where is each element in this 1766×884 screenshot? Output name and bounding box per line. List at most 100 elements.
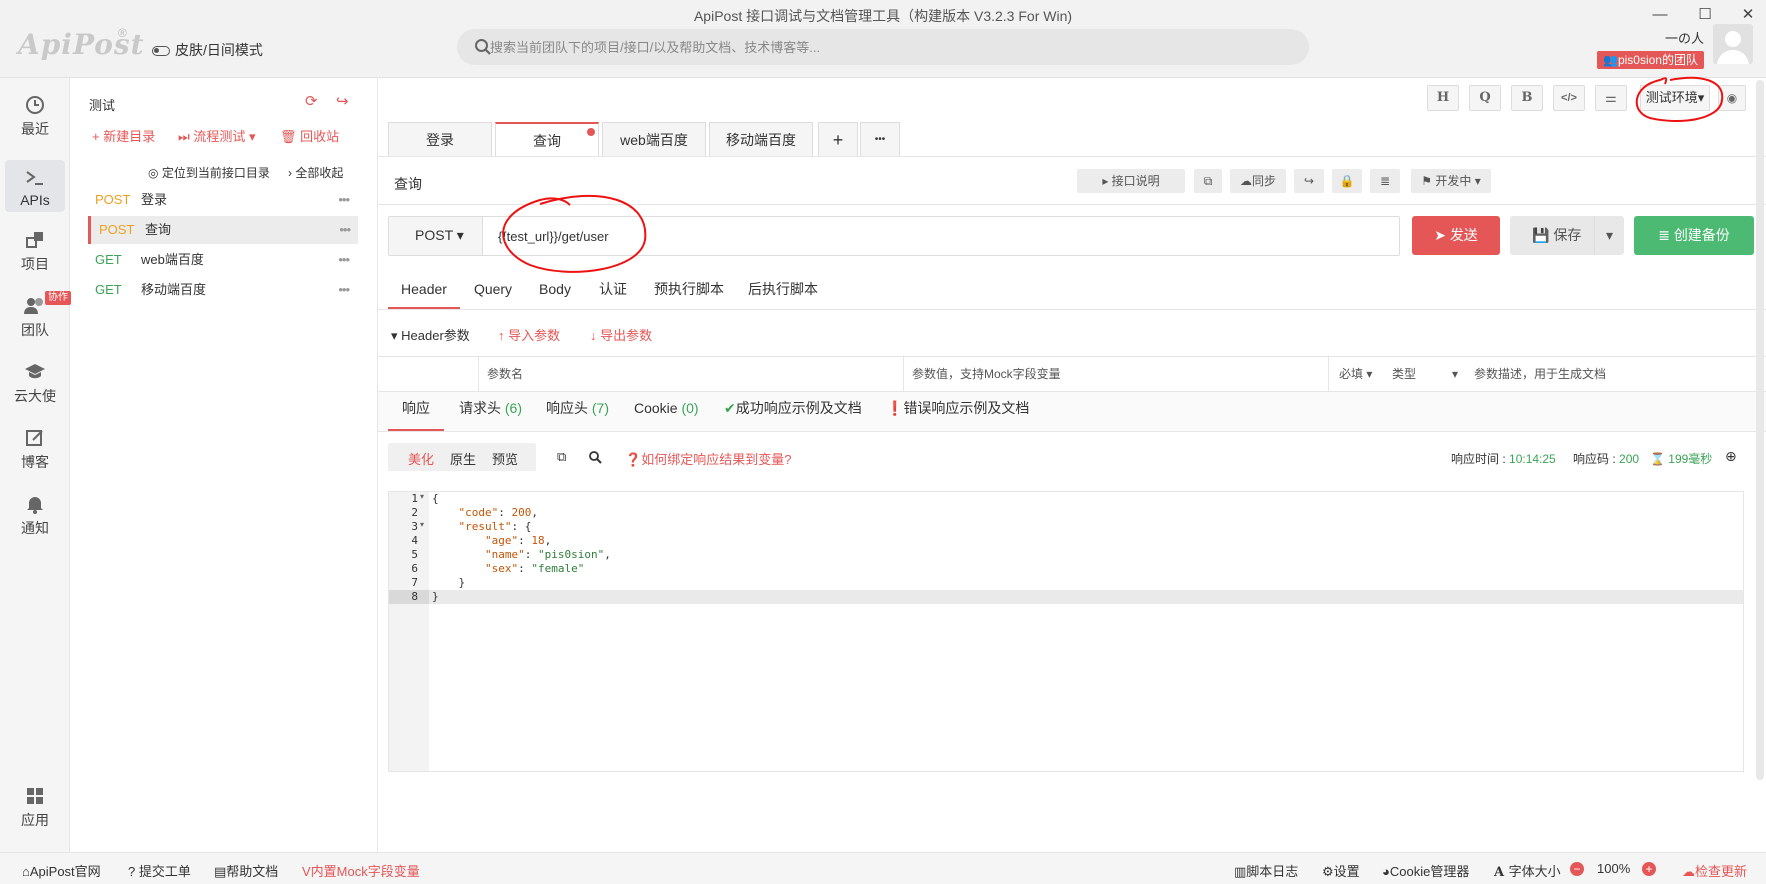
view-raw-button[interactable]: 原生 bbox=[450, 449, 476, 468]
code-button[interactable]: </> bbox=[1553, 85, 1585, 111]
locate-current-button[interactable]: ◎ 定位到当前接口目录 bbox=[148, 164, 270, 181]
close-button[interactable]: ✕ bbox=[1733, 4, 1763, 26]
fold-icon[interactable]: ▾ bbox=[420, 520, 424, 529]
sliders-button[interactable]: ⚌ bbox=[1595, 85, 1627, 111]
tab-auth[interactable]: 认证 bbox=[590, 277, 636, 311]
quote-button[interactable]: Q bbox=[1469, 85, 1501, 111]
search-icon[interactable] bbox=[588, 450, 602, 464]
cookie-manager-button[interactable]: ◕Cookie管理器 bbox=[1382, 861, 1469, 880]
bind-variable-help-link[interactable]: ❓如何绑定响应结果到变量? bbox=[625, 449, 791, 468]
more-icon[interactable]: ••• bbox=[339, 216, 351, 244]
eye-button[interactable]: ◉ bbox=[1718, 85, 1746, 111]
view-pretty-button[interactable]: 美化 bbox=[408, 449, 434, 468]
minimize-button[interactable]: — bbox=[1645, 4, 1675, 26]
zoom-in-button[interactable]: + bbox=[1642, 862, 1656, 876]
arrow-up-icon: ↑ bbox=[498, 328, 509, 343]
avatar[interactable] bbox=[1713, 24, 1753, 64]
nav-item-project[interactable]: 项目 bbox=[5, 222, 65, 278]
tab-error-example[interactable]: ❗错误响应示例及文档 bbox=[886, 393, 1029, 431]
clock-icon bbox=[26, 96, 44, 114]
official-site-link[interactable]: ⌂ApiPost官网 bbox=[22, 861, 101, 880]
send-button[interactable]: ➤ 发送 bbox=[1412, 216, 1500, 255]
more-icon[interactable]: ••• bbox=[338, 186, 350, 214]
sync-button[interactable]: ☁同步 bbox=[1230, 169, 1286, 193]
tab-query-params[interactable]: Query bbox=[468, 277, 518, 311]
create-backup-button[interactable]: ≣ 创建备份 bbox=[1634, 216, 1754, 255]
tab-header[interactable]: Header bbox=[388, 277, 460, 309]
url-input[interactable] bbox=[498, 222, 1388, 250]
settings-button[interactable]: ⚙设置 bbox=[1322, 861, 1360, 880]
tab-pre-script[interactable]: 预执行脚本 bbox=[648, 277, 730, 311]
team-icon: 👥 bbox=[1603, 53, 1618, 67]
help-docs-link[interactable]: ▤帮助文档 bbox=[214, 861, 278, 880]
refresh-icon[interactable]: ⟳ bbox=[305, 92, 318, 110]
mock-variables-link[interactable]: V内置Mock字段变量 bbox=[302, 861, 420, 880]
tab-response-headers[interactable]: 响应头 (7) bbox=[546, 393, 609, 431]
copy-button[interactable]: ⧉ bbox=[1194, 169, 1222, 193]
status-select[interactable]: ⚑ 开发中 ▾ bbox=[1411, 169, 1491, 193]
zoom-out-button[interactable]: − bbox=[1570, 862, 1584, 876]
share-icon[interactable]: ↪ bbox=[336, 92, 349, 110]
nav-item-ambassador[interactable]: 云大使 bbox=[5, 354, 65, 410]
line-number: 7 bbox=[411, 576, 418, 589]
submit-ticket-link[interactable]: ? 提交工单 bbox=[128, 861, 191, 880]
save-button[interactable]: 💾 保存 ▾ bbox=[1510, 216, 1624, 255]
team-badge[interactable]: 👥pis0sion的团队 bbox=[1597, 51, 1704, 69]
tab-web-baidu[interactable]: web端百度 bbox=[602, 122, 706, 156]
environment-select[interactable]: 测试环境▾ bbox=[1640, 85, 1710, 111]
view-preview-button[interactable]: 预览 bbox=[492, 449, 518, 468]
recycle-bin-button[interactable]: 🗑 回收站 bbox=[280, 126, 339, 145]
script-log-button[interactable]: ▥脚本日志 bbox=[1234, 861, 1298, 880]
export-params-button[interactable]: ↓ 导出参数 bbox=[590, 325, 652, 344]
tab-cookie[interactable]: Cookie (0) bbox=[634, 393, 699, 431]
environment-label: 测试环境 bbox=[1645, 90, 1698, 105]
lock-button[interactable]: 🔒 bbox=[1332, 169, 1362, 193]
more-icon[interactable]: ••• bbox=[338, 246, 350, 274]
tab-success-example[interactable]: ✔成功响应示例及文档 bbox=[724, 393, 862, 431]
new-folder-button[interactable]: + 新建目录 bbox=[92, 126, 155, 145]
response-body-viewer[interactable] bbox=[388, 491, 1744, 772]
heading-button[interactable]: H bbox=[1427, 85, 1459, 111]
flow-test-button[interactable]: ⏭ 流程测试 ▾ bbox=[178, 126, 255, 145]
method-select[interactable]: POST ▾ bbox=[415, 227, 464, 244]
fold-icon[interactable]: ▾ bbox=[420, 492, 424, 501]
more-icon[interactable]: ••• bbox=[338, 276, 350, 304]
v-icon: V bbox=[302, 864, 311, 879]
line-number: 8 bbox=[411, 590, 418, 603]
doc-button[interactable]: ▸ 接口说明 bbox=[1077, 169, 1185, 193]
collapse-all-button[interactable]: › 全部收起 bbox=[288, 164, 343, 181]
nav-item-apps[interactable]: 应用 bbox=[5, 778, 65, 834]
add-tab-button[interactable]: + bbox=[818, 122, 858, 156]
mock-label: 内置Mock字段变量 bbox=[310, 864, 420, 879]
tab-login[interactable]: 登录 bbox=[388, 122, 492, 156]
main-scrollbar[interactable] bbox=[1756, 80, 1764, 780]
tab-response[interactable]: 响应 bbox=[388, 393, 444, 431]
nav-item-blog[interactable]: 博客 bbox=[5, 420, 65, 476]
more-tabs-button[interactable]: ••• bbox=[860, 122, 900, 156]
share-button[interactable]: ↪ bbox=[1294, 169, 1324, 193]
skin-mode-toggle[interactable]: 皮肤/日间模式 bbox=[152, 40, 263, 60]
tree-item[interactable]: GET 移动端百度 ••• bbox=[87, 276, 357, 304]
bold-button[interactable]: B bbox=[1511, 85, 1543, 111]
nav-item-notify[interactable]: 通知 bbox=[5, 486, 65, 542]
tree-item[interactable]: GET web端百度 ••• bbox=[87, 246, 357, 274]
col-required[interactable]: 必填 ▾ bbox=[1328, 357, 1383, 391]
check-update-button[interactable]: ☁检查更新 bbox=[1682, 861, 1747, 880]
download-icon[interactable]: ⊕ bbox=[1725, 448, 1737, 465]
nav-item-apis[interactable]: APIs bbox=[5, 160, 65, 212]
tab-query[interactable]: 查询 bbox=[495, 122, 599, 156]
maximize-button[interactable]: ☐ bbox=[1690, 4, 1720, 26]
nav-item-recent[interactable]: 最近 bbox=[5, 87, 65, 143]
tab-post-script[interactable]: 后执行脚本 bbox=[742, 277, 824, 311]
global-search-input[interactable] bbox=[490, 30, 1290, 64]
header-params-toggle[interactable]: ▾ Header参数 bbox=[391, 325, 470, 344]
save-dropdown-icon[interactable]: ▾ bbox=[1594, 216, 1624, 255]
copy-response-icon[interactable]: ⧉ bbox=[557, 449, 566, 465]
tab-mobile-baidu[interactable]: 移动端百度 bbox=[709, 122, 813, 156]
import-params-button[interactable]: ↑ 导入参数 bbox=[498, 325, 560, 344]
database-button[interactable]: ≣ bbox=[1370, 169, 1400, 193]
tab-body[interactable]: Body bbox=[530, 277, 580, 311]
tree-item[interactable]: POST 登录 ••• bbox=[87, 186, 357, 214]
tab-request-headers[interactable]: 请求头 (6) bbox=[459, 393, 522, 431]
tree-item[interactable]: POST 查询 ••• bbox=[88, 216, 358, 244]
